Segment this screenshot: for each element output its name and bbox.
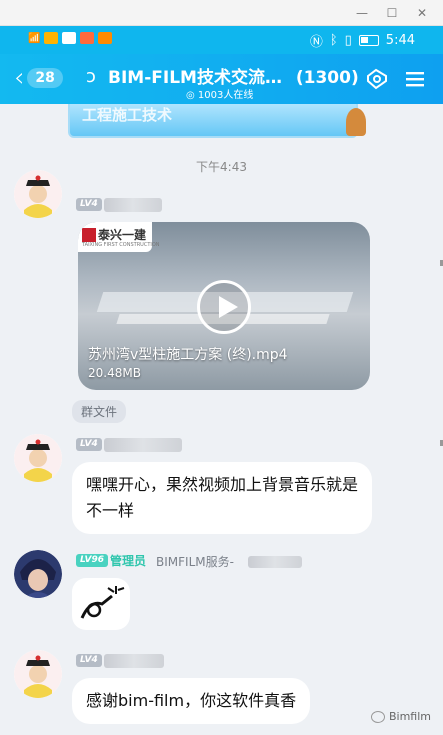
group-file-tag[interactable]: 群文件 bbox=[72, 400, 127, 423]
avatar[interactable] bbox=[14, 550, 62, 598]
group-apps-icon[interactable] bbox=[365, 68, 389, 90]
video-message[interactable]: 泰兴一建 TAIXING FIRST CONSTRUCTION 苏州湾v型柱施工… bbox=[78, 222, 370, 390]
battery-icon bbox=[358, 35, 379, 46]
blurred-sender-name bbox=[104, 438, 182, 452]
avatar[interactable] bbox=[14, 650, 62, 698]
app-icon bbox=[44, 32, 59, 44]
company-logo-subtitle: TAIXING FIRST CONSTRUCTION bbox=[82, 242, 160, 248]
company-logo-text: 泰兴一建 bbox=[98, 228, 147, 242]
watermark-text: Bimfilm bbox=[388, 710, 431, 723]
member-count: (1300) bbox=[295, 68, 359, 88]
app-icon bbox=[80, 32, 95, 44]
level-badge: LV4 bbox=[76, 654, 102, 667]
sender-name: BIMFILM服务- bbox=[156, 555, 234, 569]
text-message-bubble[interactable]: 嘿嘿开心，果然视频加上背景音乐就是不一样 bbox=[72, 462, 372, 534]
app-icon bbox=[62, 32, 77, 44]
emperor-avatar-icon bbox=[14, 170, 62, 218]
wechat-icon bbox=[370, 710, 385, 723]
blurred-sender-name bbox=[104, 654, 164, 668]
level-badge: LV96 bbox=[76, 554, 108, 567]
unread-count-badge: 28 bbox=[27, 68, 63, 88]
blurred-sender-name bbox=[104, 198, 162, 212]
banner-text: 工程施工技术 bbox=[82, 106, 173, 124]
window-titlebar: — ☐ ✕ bbox=[0, 0, 443, 26]
avatar[interactable] bbox=[14, 170, 62, 218]
video-size: 20.48MB bbox=[88, 366, 141, 380]
group-title[interactable]: BIM-FILM技术交流… (1300) bbox=[108, 63, 359, 88]
anime-avatar-icon bbox=[14, 550, 62, 598]
vibrate-icon: ▯ bbox=[344, 33, 352, 48]
message-timestamp: 下午4:43 bbox=[196, 160, 247, 174]
company-logo-mark bbox=[82, 228, 96, 242]
level-badge: LV4 bbox=[76, 198, 102, 211]
avatar[interactable] bbox=[14, 434, 62, 482]
watermark: Bimfilm bbox=[370, 710, 431, 723]
status-bar: 📶 Ⓝ ᛒ ▯ 5:44 bbox=[0, 26, 443, 54]
maximize-button[interactable]: ☐ bbox=[383, 4, 401, 22]
company-logo: 泰兴一建 TAIXING FIRST CONSTRUCTION bbox=[78, 222, 160, 252]
video-title: 苏州湾v型柱施工方案 (终).mp4 bbox=[88, 347, 288, 363]
chevron-left-icon: ‹ bbox=[14, 63, 25, 93]
app-icon bbox=[98, 32, 113, 44]
close-button[interactable]: ✕ bbox=[413, 4, 431, 22]
chat-header: ‹ 28 ↄ BIM-FILM技术交流… (1300) ◎ 1003人在线 bbox=[0, 54, 443, 104]
minimize-button[interactable]: — bbox=[353, 4, 371, 22]
sticker-message[interactable] bbox=[72, 578, 130, 630]
group-name: BIM-FILM技术交流… bbox=[108, 68, 282, 88]
blurred-sender-name bbox=[248, 556, 302, 568]
bear-decoration-icon bbox=[346, 108, 366, 136]
chat-area[interactable]: 工程施工技术 下午4:43 LV4 泰兴一建 TAIXING FIRST CON… bbox=[0, 104, 443, 735]
ear-icon[interactable]: ↄ bbox=[86, 66, 96, 87]
online-count: ◎ 1003人在线 bbox=[186, 86, 253, 101]
nfc-icon: Ⓝ bbox=[309, 35, 323, 50]
text-message-bubble[interactable]: 感谢bim-film，你这软件真香 bbox=[72, 678, 311, 724]
menu-icon[interactable] bbox=[403, 68, 427, 90]
bluetooth-icon: ᛒ bbox=[329, 33, 338, 48]
sticker-image bbox=[80, 586, 125, 619]
online-icon: ◎ bbox=[186, 90, 198, 101]
emperor-avatar-icon bbox=[14, 434, 62, 482]
play-icon[interactable] bbox=[197, 280, 251, 334]
level-badge: LV4 bbox=[76, 438, 102, 451]
group-banner: 工程施工技术 bbox=[68, 104, 366, 138]
signal-icon: 📶 bbox=[28, 32, 41, 44]
back-button[interactable]: ‹ 28 bbox=[14, 63, 63, 93]
status-time: 5:44 bbox=[385, 33, 415, 48]
emperor-avatar-icon bbox=[14, 650, 62, 698]
online-text: 1003人在线 bbox=[197, 90, 254, 101]
admin-tag: 管理员 bbox=[110, 554, 147, 568]
